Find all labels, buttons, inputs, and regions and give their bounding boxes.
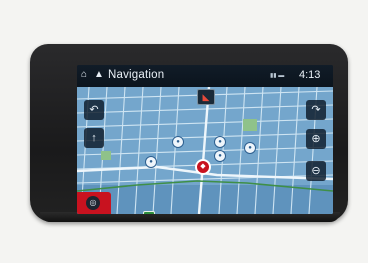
poi-icon[interactable]: ● bbox=[244, 142, 256, 154]
zoom-in-icon: ⊕ bbox=[311, 133, 321, 145]
park-area bbox=[101, 151, 111, 160]
page-title: Navigation bbox=[108, 69, 165, 81]
map-canvas bbox=[77, 87, 333, 214]
zoom-out-button[interactable]: ⊖ bbox=[306, 161, 326, 181]
navigation-icon: ▲ bbox=[94, 69, 104, 80]
poi-icon[interactable]: ● bbox=[172, 136, 184, 148]
map-view[interactable]: ● ● ● ● ● ◆ bbox=[77, 87, 333, 214]
poi-icon[interactable]: ● bbox=[214, 136, 226, 148]
map-mode-icon: ◎ bbox=[86, 196, 100, 210]
map-mode-button[interactable]: ◎ bbox=[77, 192, 111, 214]
arrow-up-icon: ↑ bbox=[91, 132, 97, 144]
rotate-left-icon: ↶ bbox=[89, 104, 99, 116]
poi-icon[interactable]: ● bbox=[145, 156, 157, 168]
signal-icon: ▮▮ ▬ bbox=[270, 73, 285, 79]
car-position-icon: ◆ bbox=[195, 159, 211, 175]
status-bar: ⌂ ▲ Navigation ▮▮ ▬ 4:13 bbox=[77, 65, 333, 87]
rotate-left-button[interactable]: ↶ bbox=[84, 100, 104, 120]
poi-icon[interactable]: ● bbox=[214, 150, 226, 162]
home-icon[interactable]: ⌂ bbox=[81, 69, 87, 80]
zoom-out-icon: ⊖ bbox=[311, 165, 321, 177]
waterfront bbox=[77, 185, 333, 214]
rotate-right-icon: ↷ bbox=[311, 104, 321, 116]
infotainment-screen: ⌂ ▲ Navigation ▮▮ ▬ 4:13 ● ● ● ● ● ◆ ◣ ↶… bbox=[77, 65, 333, 214]
clock: 4:13 bbox=[299, 69, 321, 81]
compass-button[interactable]: ◣ bbox=[197, 89, 215, 105]
highway-shield bbox=[143, 211, 155, 214]
compass-icon: ◣ bbox=[202, 92, 210, 102]
direction-up-button[interactable]: ↑ bbox=[84, 128, 104, 148]
rotate-right-button[interactable]: ↷ bbox=[306, 100, 326, 120]
zoom-in-button[interactable]: ⊕ bbox=[306, 129, 326, 149]
park-area bbox=[243, 119, 257, 131]
